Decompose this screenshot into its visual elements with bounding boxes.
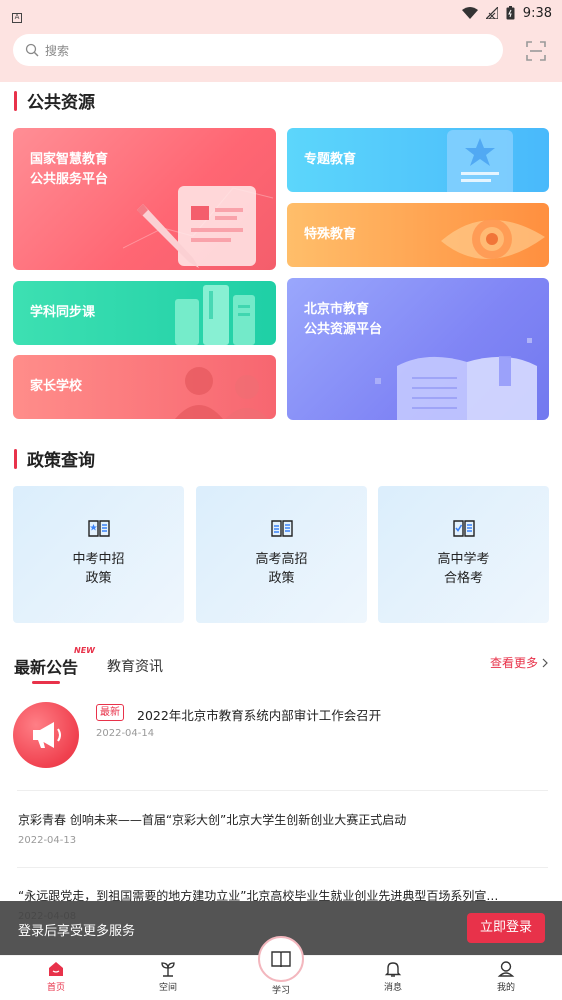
eye-illustration <box>441 219 545 260</box>
tab-education-news[interactable]: 教育资讯 <box>107 656 163 676</box>
policy-zhongkao-line2: 政策 <box>85 571 112 586</box>
home-icon <box>49 962 63 976</box>
divider <box>17 867 548 868</box>
sprout-icon <box>161 962 175 977</box>
nav-profile-label: 我的 <box>496 983 515 993</box>
news-tabs: 最新公告 NEW 教育资讯 查看更多 <box>14 646 548 684</box>
nav-study-button[interactable] <box>258 936 304 982</box>
news-item[interactable]: 京彩青春 创响未来——首届“京彩大创”北京大学生创新创业大赛正式启动 2022-… <box>0 800 562 860</box>
nav-space-label: 空间 <box>158 983 177 993</box>
section-accent-bar <box>14 448 17 469</box>
document-pencil-illustration <box>123 186 273 268</box>
bell-icon <box>384 962 402 977</box>
star-certificate-illustration <box>447 130 513 192</box>
scan-icon[interactable] <box>526 41 546 61</box>
family-illustration <box>175 367 269 419</box>
news-date: 2022-04-13 <box>18 835 77 846</box>
section-title-public-resources: 公共资源 <box>27 93 95 113</box>
policy-card-zhongkao[interactable]: 中考中招 政策 <box>13 486 184 623</box>
news-item-featured[interactable]: 最新 2022年北京市教育系统内部审计工作会召开 2022-04-14 <box>13 700 549 770</box>
policy-gaokao-line2: 政策 <box>268 571 295 586</box>
card-beijing-public-resources[interactable]: 北京市教育 公共资源平台 <box>287 278 549 420</box>
policy-book-icon <box>88 520 110 537</box>
wifi-icon <box>461 7 478 19</box>
tab-active-indicator <box>32 681 60 684</box>
card-special-label: 特殊教育 <box>304 227 357 242</box>
card-topic-label: 专题教育 <box>304 152 357 167</box>
nav-home[interactable]: 首页 <box>26 960 86 993</box>
card-topic-education[interactable]: 专题教育 <box>287 128 549 192</box>
see-more-link[interactable]: 查看更多 <box>490 654 548 671</box>
nav-messages-label: 消息 <box>383 983 402 993</box>
tab-latest-label: 最新公告 <box>14 658 79 677</box>
policy-xuekao-line2: 合格考 <box>443 571 483 586</box>
section-policy: 政策查询 <box>14 446 95 471</box>
section-public-resources: 公共资源 <box>14 88 95 113</box>
megaphone-icon <box>13 702 79 768</box>
card-special-education[interactable]: 特殊教育 <box>287 203 549 267</box>
chevron-right-icon <box>542 658 548 667</box>
user-icon <box>497 961 515 977</box>
policy-card-gaokao[interactable]: 高考高招 政策 <box>196 486 367 623</box>
books-illustration <box>175 285 255 345</box>
login-prompt-text: 登录后享受更多服务 <box>18 924 136 939</box>
news-date: 2022-04-14 <box>96 728 155 739</box>
status-time: 9:38 <box>522 5 552 21</box>
card-subject-label: 学科同步课 <box>30 305 96 320</box>
policy-check-book-icon <box>453 520 475 537</box>
card-national-line2: 公共服务平台 <box>30 172 109 187</box>
card-parent-label: 家长学校 <box>30 379 83 394</box>
policy-zhongkao-line1: 中考中招 <box>72 552 125 567</box>
status-right: 9:38 <box>461 5 552 21</box>
nav-study-label: 学习 <box>271 986 290 996</box>
news-title: 京彩青春 创响未来——首届“京彩大创”北京大学生创新创业大赛正式启动 <box>18 813 407 827</box>
search-placeholder: 搜索 <box>45 43 70 58</box>
card-national-line1: 国家智慧教育 <box>30 152 109 167</box>
nav-profile[interactable]: 我的 <box>476 960 536 993</box>
card-beijing-line2: 公共资源平台 <box>304 322 383 337</box>
signal-icon <box>485 7 498 19</box>
status-left: A <box>12 4 22 23</box>
status-bar: A 9:38 <box>0 0 562 26</box>
section-title-policy: 政策查询 <box>27 451 95 471</box>
card-subject-sync-course[interactable]: 学科同步课 <box>13 281 276 345</box>
card-national-smart-education[interactable]: 国家智慧教育 公共服务平台 <box>13 128 276 270</box>
divider <box>17 790 548 791</box>
megaphone-glyph <box>33 722 61 748</box>
tab-latest-announcements[interactable]: 最新公告 NEW <box>14 646 95 684</box>
search-input[interactable]: 搜索 <box>13 34 503 66</box>
nav-home-label: 首页 <box>46 983 65 993</box>
new-badge: NEW <box>74 646 95 655</box>
latest-badge: 最新 <box>96 704 124 721</box>
top-header: A 9:38 搜索 <box>0 0 562 82</box>
policy-xuekao-line1: 高中学考 <box>437 552 490 567</box>
policy-card-xuekao[interactable]: 高中学考 合格考 <box>378 486 549 623</box>
battery-icon <box>506 6 515 20</box>
news-title: 2022年北京市教育系统内部审计工作会召开 <box>137 708 382 723</box>
card-parent-school[interactable]: 家长学校 <box>13 355 276 419</box>
search-icon <box>25 43 39 57</box>
login-button[interactable]: 立即登录 <box>467 913 545 943</box>
policy-book-icon <box>271 520 293 537</box>
see-more-label: 查看更多 <box>489 656 538 670</box>
nav-study[interactable]: 学习 <box>251 983 311 996</box>
nav-messages[interactable]: 消息 <box>363 960 423 993</box>
bottom-nav: 首页 空间 学习 消息 我的 <box>0 936 562 1000</box>
nav-space[interactable]: 空间 <box>138 960 198 993</box>
section-accent-bar <box>14 90 17 111</box>
card-beijing-line1: 北京市教育 <box>304 302 370 317</box>
policy-gaokao-line1: 高考高招 <box>255 552 308 567</box>
app-notification-icon: A <box>12 12 22 23</box>
open-book-illustration <box>375 338 537 420</box>
open-book-icon <box>271 951 291 968</box>
search-row: 搜索 <box>0 34 562 70</box>
